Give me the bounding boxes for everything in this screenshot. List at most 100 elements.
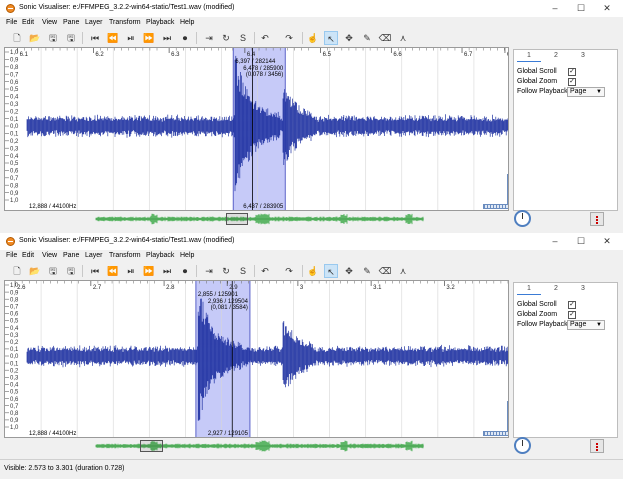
select-icon[interactable]: ↖ [324, 264, 338, 278]
solo-icon[interactable]: S [236, 31, 250, 45]
menu-transform[interactable]: Transform [109, 19, 141, 26]
waveform-view[interactable]: 1,00,90,80,70,60,50,40,30,20,10,00,10,20… [5, 48, 509, 211]
play-selection-icon[interactable]: ⇥ [202, 31, 216, 45]
overview-pane[interactable] [4, 212, 509, 226]
measure-icon[interactable]: ⋏ [396, 264, 410, 278]
draw-icon[interactable]: ✎ [360, 264, 374, 278]
amp-label: 0,7 [10, 404, 19, 410]
waveform-pane[interactable]: 1,0 0,9 0,8 0,7 0,6 0,5 0,4 0,3 0,2 0,1 0,0 0,1 0,2 0… [4, 47, 509, 211]
toolbar-separator [302, 32, 303, 44]
toolbar-separator [196, 32, 197, 44]
play-pause-icon[interactable]: ⏯ [124, 264, 138, 278]
solo-icon[interactable]: S [236, 264, 250, 278]
global-zoom-label: Global Zoom [517, 311, 558, 318]
follow-playback-select[interactable]: Page ▼ [567, 87, 605, 97]
menu-view[interactable]: View [42, 19, 57, 26]
menu-help[interactable]: Help [180, 252, 194, 259]
rewind-icon[interactable]: ⏪ [106, 264, 120, 278]
global-zoom-checkbox[interactable]: ✓ [568, 311, 576, 319]
minimize-button[interactable]: – [545, 235, 565, 247]
ffwd-end-icon[interactable]: ⏭ [160, 264, 174, 278]
open-folder-icon[interactable]: 📂 [28, 31, 42, 45]
close-button[interactable]: ✕ [597, 2, 617, 14]
play-selection-icon[interactable]: ⇥ [202, 264, 216, 278]
menu-help[interactable]: Help [180, 19, 194, 26]
save-as-icon[interactable]: 🖫 [64, 264, 78, 278]
playback-speed-dial[interactable] [514, 210, 531, 227]
loop-icon[interactable]: ↻ [219, 31, 233, 45]
tab-1[interactable]: 1 [517, 51, 541, 62]
toolbar-separator [254, 32, 255, 44]
loop-icon[interactable]: ↻ [219, 264, 233, 278]
menu-pane[interactable]: Pane [63, 252, 79, 259]
draw-icon[interactable]: ✎ [360, 31, 374, 45]
new-file-icon[interactable]: 🗋 [10, 31, 24, 45]
waveform-view[interactable]: 1,00,90,80,70,60,50,40,30,20,10,00,10,20… [5, 281, 509, 438]
maximize-button[interactable]: ☐ [571, 2, 591, 14]
follow-playback-select[interactable]: Page ▼ [567, 320, 605, 330]
maximize-button[interactable]: ☐ [571, 235, 591, 247]
tab-2[interactable]: 2 [544, 284, 568, 294]
play-pause-icon[interactable]: ⏯ [124, 31, 138, 45]
rewind-start-icon[interactable]: ⏮ [88, 31, 102, 45]
menu-playback[interactable]: Playback [146, 252, 174, 259]
save-icon[interactable]: 🖫 [46, 31, 60, 45]
navigate-icon[interactable]: ☝ [306, 31, 320, 45]
tab-1[interactable]: 1 [517, 284, 541, 295]
menu-edit[interactable]: Edit [22, 252, 34, 259]
waveform-pane[interactable]: 1,0 0,9 0,8 0,7 0,6 0,5 0,4 0,3 0,2 0,1 0,0 0,1 0,2 0… [4, 280, 509, 438]
erase-icon[interactable]: ⌫ [378, 264, 392, 278]
menu-file[interactable]: File [6, 252, 17, 259]
menu-pane[interactable]: Pane [63, 19, 79, 26]
amp-label: 0,3 [10, 102, 19, 108]
select-icon[interactable]: ↖ [324, 31, 338, 45]
amp-label: 0,6 [10, 397, 19, 403]
redo-icon[interactable]: ↷ [282, 31, 296, 45]
overview-view-rect[interactable] [140, 440, 164, 452]
fast-forward-icon[interactable]: ⏩ [142, 264, 156, 278]
undo-icon[interactable]: ↶ [258, 31, 272, 45]
redo-icon[interactable]: ↷ [282, 264, 296, 278]
tab-3[interactable]: 3 [571, 284, 595, 294]
rewind-start-icon[interactable]: ⏮ [88, 264, 102, 278]
menu-playback[interactable]: Playback [146, 19, 174, 26]
global-scroll-checkbox[interactable]: ✓ [568, 68, 576, 76]
ffwd-end-icon[interactable]: ⏭ [160, 31, 174, 45]
playback-speed-dial[interactable] [514, 437, 531, 454]
minimize-button[interactable]: – [545, 2, 565, 14]
horizontal-zoom-thumbwheel[interactable] [483, 431, 508, 436]
global-scroll-checkbox[interactable]: ✓ [568, 301, 576, 309]
undo-icon[interactable]: ↶ [258, 264, 272, 278]
tab-3[interactable]: 3 [571, 51, 595, 61]
horizontal-zoom-thumbwheel[interactable] [483, 204, 508, 209]
move-icon[interactable]: ✥ [342, 31, 356, 45]
time-tick-label: 2.9 [229, 285, 238, 291]
fast-forward-icon[interactable]: ⏩ [142, 31, 156, 45]
save-as-icon[interactable]: 🖫 [64, 31, 78, 45]
save-icon[interactable]: 🖫 [46, 264, 60, 278]
menu-edit[interactable]: Edit [22, 19, 34, 26]
tab-2[interactable]: 2 [544, 51, 568, 61]
close-button[interactable]: ✕ [597, 235, 617, 247]
open-folder-icon[interactable]: 📂 [28, 264, 42, 278]
menu-file[interactable]: File [6, 19, 17, 26]
menu-layer[interactable]: Layer [85, 252, 103, 259]
global-zoom-checkbox[interactable]: ✓ [568, 78, 576, 86]
record-icon[interactable]: ⏺ [178, 31, 192, 45]
menu-view[interactable]: View [42, 252, 57, 259]
erase-icon[interactable]: ⌫ [378, 31, 392, 45]
time-tick-label: 6.4 [247, 52, 256, 58]
new-file-icon[interactable]: 🗋 [10, 264, 24, 278]
menu-transform[interactable]: Transform [109, 252, 141, 259]
move-icon[interactable]: ✥ [342, 264, 356, 278]
record-icon[interactable]: ⏺ [178, 264, 192, 278]
navigate-icon[interactable]: ☝ [306, 264, 320, 278]
vertical-zoom-thumbwheel[interactable] [507, 174, 508, 204]
rewind-icon[interactable]: ⏪ [106, 31, 120, 45]
vertical-zoom-thumbwheel[interactable] [507, 401, 508, 431]
overview-pane[interactable] [4, 439, 509, 453]
menu-layer[interactable]: Layer [85, 19, 103, 26]
measure-icon[interactable]: ⋏ [396, 31, 410, 45]
level-meter [590, 212, 604, 226]
overview-view-rect[interactable] [226, 213, 248, 225]
